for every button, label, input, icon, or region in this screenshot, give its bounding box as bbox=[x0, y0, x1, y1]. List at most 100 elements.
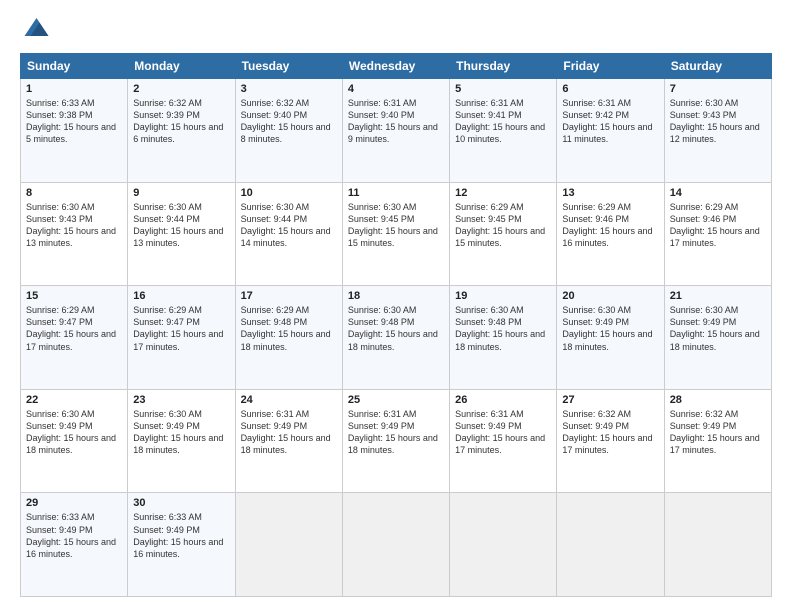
day-number: 21 bbox=[670, 290, 766, 302]
day-number: 8 bbox=[26, 187, 122, 199]
cell-content: Sunrise: 6:31 AMSunset: 9:49 PMDaylight:… bbox=[241, 408, 337, 457]
calendar-cell: 23 Sunrise: 6:30 AMSunset: 9:49 PMDayligh… bbox=[128, 389, 235, 493]
day-number: 29 bbox=[26, 497, 122, 509]
cell-content: Sunrise: 6:31 AMSunset: 9:42 PMDaylight:… bbox=[562, 97, 658, 146]
day-number: 11 bbox=[348, 187, 444, 199]
calendar-week-1: 1 Sunrise: 6:33 AMSunset: 9:38 PMDaylight… bbox=[21, 79, 772, 183]
calendar-cell bbox=[342, 493, 449, 597]
cell-content: Sunrise: 6:31 AMSunset: 9:41 PMDaylight:… bbox=[455, 97, 551, 146]
calendar-cell: 30 Sunrise: 6:33 AMSunset: 9:49 PMDayligh… bbox=[128, 493, 235, 597]
calendar-cell: 14Sunrise: 6:29 AMSunset: 9:46 PMDayligh… bbox=[664, 182, 771, 286]
day-number: 17 bbox=[241, 290, 337, 302]
calendar-cell: 18Sunrise: 6:30 AMSunset: 9:48 PMDayligh… bbox=[342, 286, 449, 390]
calendar-cell: 1 Sunrise: 6:33 AMSunset: 9:38 PMDaylight… bbox=[21, 79, 128, 183]
cell-content: Sunrise: 6:32 AMSunset: 9:40 PMDaylight:… bbox=[241, 97, 337, 146]
calendar-cell: 3 Sunrise: 6:32 AMSunset: 9:40 PMDaylight… bbox=[235, 79, 342, 183]
cell-content: Sunrise: 6:30 AMSunset: 9:43 PMDaylight:… bbox=[670, 97, 766, 146]
calendar-cell bbox=[664, 493, 771, 597]
day-number: 4 bbox=[348, 83, 444, 95]
calendar-table: SundayMondayTuesdayWednesdayThursdayFrid… bbox=[20, 53, 772, 597]
day-number: 13 bbox=[562, 187, 658, 199]
day-number: 19 bbox=[455, 290, 551, 302]
day-number: 27 bbox=[562, 394, 658, 406]
day-number: 3 bbox=[241, 83, 337, 95]
day-number: 16 bbox=[133, 290, 229, 302]
calendar-cell: 8 Sunrise: 6:30 AMSunset: 9:43 PMDaylight… bbox=[21, 182, 128, 286]
calendar-cell: 12 Sunrise: 6:29 AMSunset: 9:45 PMDayligh… bbox=[450, 182, 557, 286]
day-number: 9 bbox=[133, 187, 229, 199]
calendar-cell: 22 Sunrise: 6:30 AMSunset: 9:49 PMDayligh… bbox=[21, 389, 128, 493]
logo-icon bbox=[20, 15, 50, 45]
calendar-header-row: SundayMondayTuesdayWednesdayThursdayFrid… bbox=[21, 54, 772, 79]
cell-content: Sunrise: 6:30 AMSunset: 9:48 PMDaylight:… bbox=[455, 304, 551, 353]
cell-content: Sunrise: 6:31 AMSunset: 9:40 PMDaylight:… bbox=[348, 97, 444, 146]
calendar-cell: 16 Sunrise: 6:29 AMSunset: 9:47 PMDayligh… bbox=[128, 286, 235, 390]
day-header-friday: Friday bbox=[557, 54, 664, 79]
calendar-cell: 29 Sunrise: 6:33 AMSunset: 9:49 PMDayligh… bbox=[21, 493, 128, 597]
calendar-cell: 11 Sunrise: 6:30 AMSunset: 9:45 PMDayligh… bbox=[342, 182, 449, 286]
day-number: 22 bbox=[26, 394, 122, 406]
day-header-thursday: Thursday bbox=[450, 54, 557, 79]
day-header-sunday: Sunday bbox=[21, 54, 128, 79]
cell-content: Sunrise: 6:29 AMSunset: 9:47 PMDaylight:… bbox=[26, 304, 122, 353]
calendar-cell: 15Sunrise: 6:29 AMSunset: 9:47 PMDayligh… bbox=[21, 286, 128, 390]
calendar-cell: 13 Sunrise: 6:29 AMSunset: 9:46 PMDayligh… bbox=[557, 182, 664, 286]
cell-content: Sunrise: 6:30 AMSunset: 9:43 PMDaylight:… bbox=[26, 201, 122, 250]
cell-content: Sunrise: 6:33 AMSunset: 9:49 PMDaylight:… bbox=[133, 511, 229, 560]
header bbox=[20, 15, 772, 45]
cell-content: Sunrise: 6:30 AMSunset: 9:44 PMDaylight:… bbox=[241, 201, 337, 250]
calendar-cell: 7 Sunrise: 6:30 AMSunset: 9:43 PMDaylight… bbox=[664, 79, 771, 183]
calendar-week-2: 8 Sunrise: 6:30 AMSunset: 9:43 PMDaylight… bbox=[21, 182, 772, 286]
day-number: 18 bbox=[348, 290, 444, 302]
day-number: 5 bbox=[455, 83, 551, 95]
cell-content: Sunrise: 6:33 AMSunset: 9:49 PMDaylight:… bbox=[26, 511, 122, 560]
cell-content: Sunrise: 6:31 AMSunset: 9:49 PMDaylight:… bbox=[455, 408, 551, 457]
logo bbox=[20, 15, 54, 45]
day-number: 30 bbox=[133, 497, 229, 509]
calendar-cell bbox=[450, 493, 557, 597]
day-number: 7 bbox=[670, 83, 766, 95]
cell-content: Sunrise: 6:29 AMSunset: 9:48 PMDaylight:… bbox=[241, 304, 337, 353]
cell-content: Sunrise: 6:33 AMSunset: 9:38 PMDaylight:… bbox=[26, 97, 122, 146]
calendar-cell: 21 Sunrise: 6:30 AMSunset: 9:49 PMDayligh… bbox=[664, 286, 771, 390]
day-number: 28 bbox=[670, 394, 766, 406]
calendar-cell: 25Sunrise: 6:31 AMSunset: 9:49 PMDayligh… bbox=[342, 389, 449, 493]
calendar-cell: 20Sunrise: 6:30 AMSunset: 9:49 PMDayligh… bbox=[557, 286, 664, 390]
day-number: 26 bbox=[455, 394, 551, 406]
day-number: 1 bbox=[26, 83, 122, 95]
day-number: 2 bbox=[133, 83, 229, 95]
cell-content: Sunrise: 6:29 AMSunset: 9:45 PMDaylight:… bbox=[455, 201, 551, 250]
day-number: 23 bbox=[133, 394, 229, 406]
cell-content: Sunrise: 6:32 AMSunset: 9:39 PMDaylight:… bbox=[133, 97, 229, 146]
day-number: 20 bbox=[562, 290, 658, 302]
cell-content: Sunrise: 6:30 AMSunset: 9:49 PMDaylight:… bbox=[670, 304, 766, 353]
cell-content: Sunrise: 6:30 AMSunset: 9:45 PMDaylight:… bbox=[348, 201, 444, 250]
calendar-cell: 5 Sunrise: 6:31 AMSunset: 9:41 PMDaylight… bbox=[450, 79, 557, 183]
cell-content: Sunrise: 6:29 AMSunset: 9:47 PMDaylight:… bbox=[133, 304, 229, 353]
calendar-cell: 17 Sunrise: 6:29 AMSunset: 9:48 PMDayligh… bbox=[235, 286, 342, 390]
cell-content: Sunrise: 6:32 AMSunset: 9:49 PMDaylight:… bbox=[562, 408, 658, 457]
day-number: 24 bbox=[241, 394, 337, 406]
cell-content: Sunrise: 6:30 AMSunset: 9:49 PMDaylight:… bbox=[133, 408, 229, 457]
cell-content: Sunrise: 6:32 AMSunset: 9:49 PMDaylight:… bbox=[670, 408, 766, 457]
calendar-cell: 19 Sunrise: 6:30 AMSunset: 9:48 PMDayligh… bbox=[450, 286, 557, 390]
day-number: 25 bbox=[348, 394, 444, 406]
calendar-cell bbox=[235, 493, 342, 597]
calendar-cell: 6 Sunrise: 6:31 AMSunset: 9:42 PMDaylight… bbox=[557, 79, 664, 183]
day-header-tuesday: Tuesday bbox=[235, 54, 342, 79]
day-header-saturday: Saturday bbox=[664, 54, 771, 79]
day-number: 14 bbox=[670, 187, 766, 199]
cell-content: Sunrise: 6:30 AMSunset: 9:49 PMDaylight:… bbox=[26, 408, 122, 457]
calendar-week-3: 15Sunrise: 6:29 AMSunset: 9:47 PMDayligh… bbox=[21, 286, 772, 390]
day-number: 12 bbox=[455, 187, 551, 199]
calendar-cell: 2 Sunrise: 6:32 AMSunset: 9:39 PMDaylight… bbox=[128, 79, 235, 183]
day-header-wednesday: Wednesday bbox=[342, 54, 449, 79]
calendar-cell: 4 Sunrise: 6:31 AMSunset: 9:40 PMDaylight… bbox=[342, 79, 449, 183]
day-number: 10 bbox=[241, 187, 337, 199]
day-header-monday: Monday bbox=[128, 54, 235, 79]
cell-content: Sunrise: 6:30 AMSunset: 9:44 PMDaylight:… bbox=[133, 201, 229, 250]
calendar-cell: 9 Sunrise: 6:30 AMSunset: 9:44 PMDaylight… bbox=[128, 182, 235, 286]
calendar-cell: 10 Sunrise: 6:30 AMSunset: 9:44 PMDayligh… bbox=[235, 182, 342, 286]
cell-content: Sunrise: 6:29 AMSunset: 9:46 PMDaylight:… bbox=[562, 201, 658, 250]
day-number: 6 bbox=[562, 83, 658, 95]
